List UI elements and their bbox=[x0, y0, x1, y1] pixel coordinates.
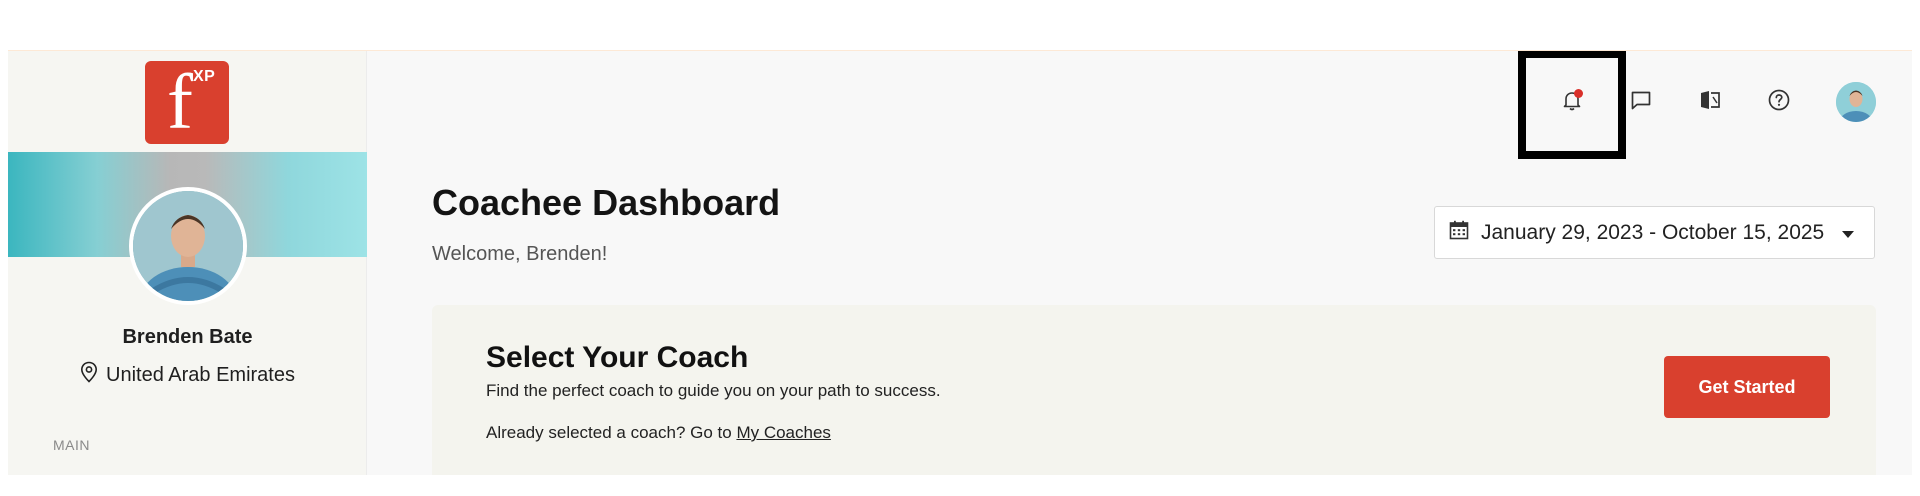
card-coach-prompt: Already selected a coach? Go to My Coach… bbox=[486, 423, 831, 443]
user-avatar[interactable] bbox=[1836, 82, 1876, 122]
profile-avatar bbox=[129, 187, 247, 305]
select-coach-card: Select Your Coach Find the perfect coach… bbox=[432, 305, 1876, 475]
location-pin-icon bbox=[80, 361, 98, 389]
date-range-text: January 29, 2023 - October 15, 2025 bbox=[1481, 220, 1825, 244]
calendar-icon bbox=[1449, 220, 1469, 246]
caret-down-icon bbox=[1842, 221, 1855, 245]
notifications-button[interactable] bbox=[1554, 84, 1590, 120]
card-title: Select Your Coach bbox=[486, 341, 749, 374]
get-started-button[interactable]: Get Started bbox=[1664, 356, 1830, 418]
welcome-text: Welcome, Brenden! bbox=[432, 243, 608, 265]
profile-name: Brenden Bate bbox=[122, 326, 253, 348]
app-window: f XP Brenden Bate United Arab Emirates M… bbox=[8, 50, 1912, 475]
sidebar: f XP Brenden Bate United Arab Emirates M… bbox=[8, 51, 367, 475]
help-button[interactable] bbox=[1761, 84, 1797, 120]
my-coaches-link[interactable]: My Coaches bbox=[736, 423, 830, 442]
compare-button[interactable] bbox=[1692, 84, 1728, 120]
help-icon bbox=[1767, 88, 1791, 117]
logo-superscript: XP bbox=[193, 68, 216, 85]
compare-icon bbox=[1698, 88, 1722, 117]
chat-icon bbox=[1629, 88, 1653, 117]
logo-letter: f bbox=[167, 61, 193, 144]
messages-button[interactable] bbox=[1623, 84, 1659, 120]
date-range-picker[interactable]: January 29, 2023 - October 15, 2025 bbox=[1434, 206, 1875, 259]
notification-dot bbox=[1574, 89, 1583, 98]
page-title: Coachee Dashboard bbox=[432, 182, 781, 223]
card-subtitle: Find the perfect coach to guide you on y… bbox=[486, 381, 941, 400]
fxp-logo[interactable]: f XP bbox=[145, 61, 229, 144]
nav-section-label: MAIN bbox=[53, 437, 90, 453]
location-text: United Arab Emirates bbox=[106, 363, 295, 386]
coach-prompt-text: Already selected a coach? Go to bbox=[486, 423, 732, 442]
profile-location: United Arab Emirates bbox=[8, 361, 367, 389]
